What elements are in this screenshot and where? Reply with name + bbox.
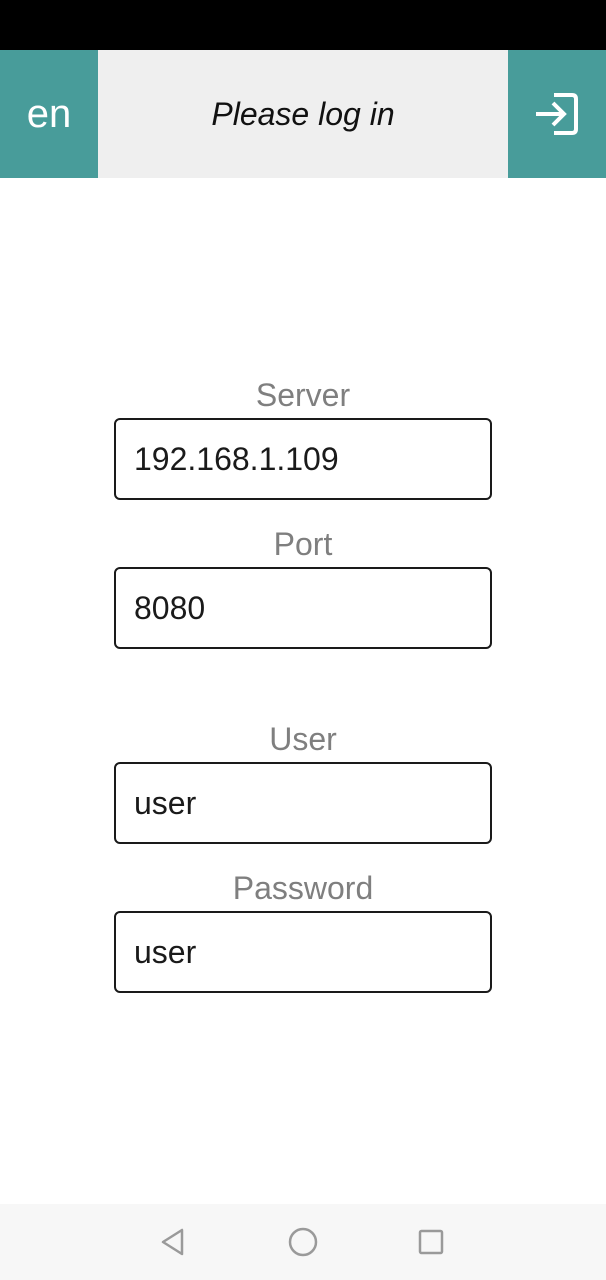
back-triangle-icon[interactable]	[157, 1226, 189, 1258]
status-bar	[0, 0, 606, 50]
server-input[interactable]: 192.168.1.109	[114, 418, 492, 500]
recents-square-icon[interactable]	[415, 1226, 447, 1258]
login-button[interactable]	[508, 50, 606, 178]
app-header: en Please log in	[0, 50, 606, 178]
home-circle-icon[interactable]	[287, 1226, 319, 1258]
password-input[interactable]: user	[114, 911, 492, 993]
language-button[interactable]: en	[0, 50, 98, 178]
language-label: en	[26, 91, 72, 136]
login-screen: en Please log in Server 192.168.1.109 Po…	[0, 0, 606, 1280]
user-label: User	[269, 721, 337, 757]
port-label: Port	[273, 526, 333, 562]
page-title: Please log in	[211, 95, 395, 132]
login-arrow-icon	[534, 91, 580, 137]
password-label: Password	[232, 870, 374, 906]
user-input[interactable]: user	[114, 762, 492, 844]
port-input[interactable]: 8080	[114, 567, 492, 649]
server-label: Server	[255, 377, 351, 413]
system-nav-bar	[0, 1204, 606, 1280]
